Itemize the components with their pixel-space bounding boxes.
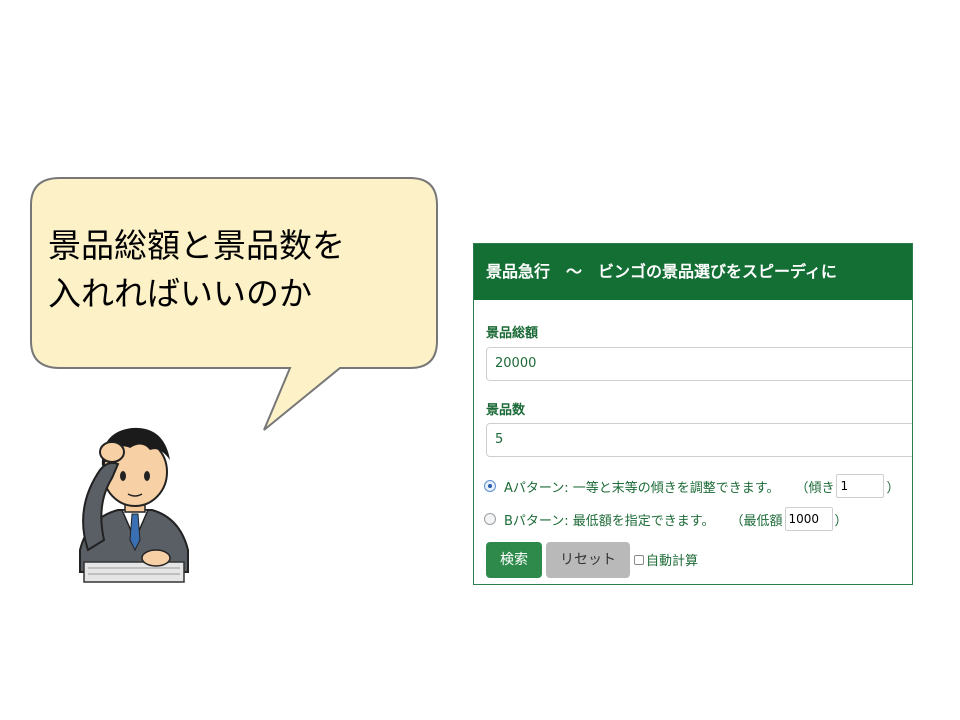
pattern-b-radio[interactable] [484,513,496,525]
min-amount-value: 1000 [788,512,820,526]
pattern-b-param-prefix: （最低額 [730,513,783,529]
search-button[interactable]: 検索 [486,542,542,578]
pattern-a-param-suffix: ） [886,480,900,496]
pattern-a-row[interactable]: Aパターン: 一等と末等の傾きを調整できます。 （傾き 1 ） [484,474,900,498]
character-illustration [79,427,189,583]
count-input[interactable]: 5 [486,423,912,457]
app-panel: 景品急行 〜 ビンゴの景品選びをスピーディに 景品総額 20000 景品数 5 … [473,243,913,585]
pattern-a-param-prefix: （傾き [795,480,835,496]
pattern-a-label: Aパターン: 一等と末等の傾きを調整できます。 [504,480,780,496]
bubble-text: 景品総額と景品数を 入れればいいのか [48,226,345,313]
pattern-a-radio[interactable] [484,480,496,492]
auto-calc-label: 自動計算 [646,554,699,569]
auto-calc-checkbox[interactable] [634,554,644,565]
app-header: 景品急行 〜 ビンゴの景品選びをスピーディに [474,244,912,300]
slope-input[interactable]: 1 [836,474,885,498]
pattern-b-param-suffix: ） [834,513,848,529]
slope-value: 1 [840,479,849,493]
min-amount-input[interactable]: 1000 [784,507,833,531]
auto-calc-control[interactable]: 自動計算 [634,550,698,569]
pattern-b-label: Bパターン: 最低額を指定できます。 [504,513,715,529]
total-value: 20000 [495,356,537,371]
total-input[interactable]: 20000 [486,347,912,381]
count-value: 5 [495,432,504,447]
total-label: 景品総額 [486,326,539,341]
pattern-b-row[interactable]: Bパターン: 最低額を指定できます。 （最低額 1000 ） [484,507,848,531]
count-label: 景品数 [486,403,526,418]
reset-button[interactable]: リセット [546,542,630,578]
